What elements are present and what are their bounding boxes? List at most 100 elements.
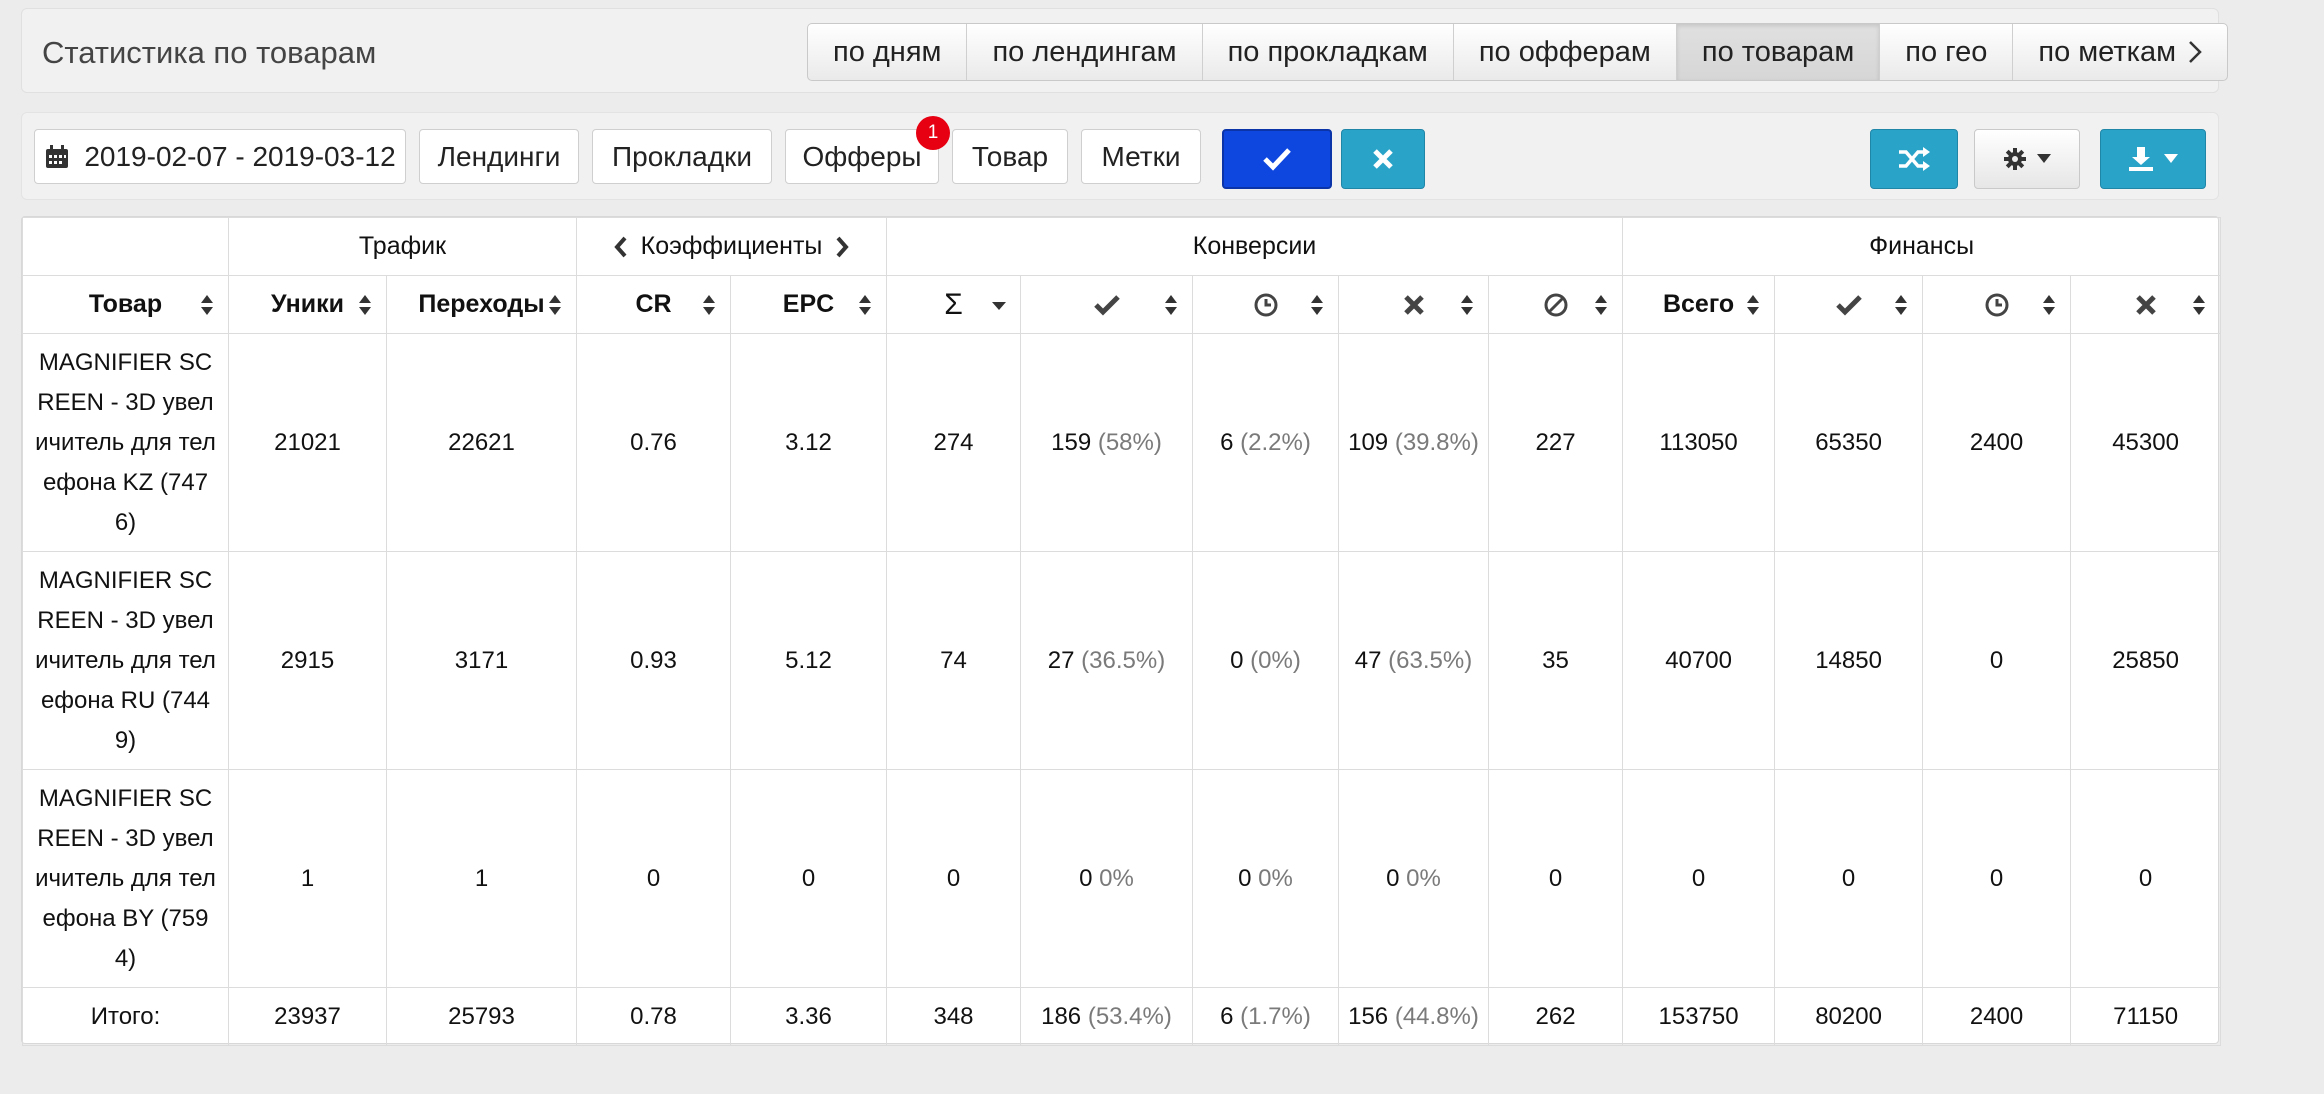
offers-count-badge: 1 [916, 116, 950, 150]
total-pending-percent: (1.7%) [1240, 1002, 1311, 1030]
pending-cell: 6 (2.2%) [1192, 333, 1339, 552]
group-finances: Финансы [1622, 217, 2222, 276]
col-uniques[interactable]: Уники [228, 275, 387, 334]
col-product-label: Товар [88, 290, 163, 318]
col-product[interactable]: Товар [22, 275, 229, 334]
col-finance-pending[interactable] [1922, 275, 2072, 334]
total-rejected-percent: (44.8%) [1394, 1002, 1479, 1030]
col-cr-label: CR [635, 290, 672, 318]
sort-icon [549, 294, 561, 315]
sort-icon [1895, 294, 1908, 315]
trash-cell: 227 [1487, 333, 1624, 552]
sort-icon [859, 294, 871, 315]
total-trash: 262 [1487, 987, 1624, 1046]
conversions-total-cell: 74 [886, 551, 1021, 770]
landings-filter-button[interactable]: Лендинги [419, 129, 579, 184]
product-name-cell: MAGNIFIER SCREEN - 3D увеличитель для те… [22, 333, 229, 552]
total-approved-count: 186 [1041, 1002, 1082, 1030]
total-approved: 186 (53.4%) [1020, 987, 1193, 1046]
date-range-picker[interactable]: 2019-02-07 - 2019-03-12 [34, 129, 406, 184]
tags-filter-button[interactable]: Метки [1081, 129, 1201, 184]
rejected-percent: (63.5%) [1388, 646, 1473, 674]
report-tabs: по дням по лендингам по прокладкам по оф… [807, 23, 2229, 81]
rejected-percent: (39.8%) [1394, 428, 1479, 456]
pending-cell: 0 (0%) [1192, 551, 1339, 770]
tab-by-landings[interactable]: по лендингам [967, 24, 1203, 80]
finance-rejected-cell: 25850 [2070, 551, 2222, 770]
uniques-cell: 21021 [228, 333, 387, 552]
group-coefficients: Коэффициенты [576, 217, 887, 276]
total-conversions: 348 [886, 987, 1021, 1046]
check-icon [1093, 295, 1120, 316]
tab-by-days[interactable]: по дням [808, 24, 968, 80]
col-approved[interactable] [1020, 275, 1193, 334]
tab-by-tags[interactable]: по меткам [2013, 24, 2227, 80]
caret-down-icon [2164, 154, 2178, 163]
chevron-right-icon[interactable] [835, 236, 850, 258]
download-dropdown-button[interactable] [2100, 129, 2206, 189]
offers-filter-button[interactable]: Офферы 1 [785, 116, 950, 184]
finance-pending-cell: 2400 [1922, 333, 2072, 552]
reset-button[interactable] [1341, 129, 1425, 189]
product-name-cell: MAGNIFIER SCREEN - 3D увеличитель для те… [22, 551, 229, 770]
pending-percent: (2.2%) [1240, 428, 1311, 456]
filter-bar: 2019-02-07 - 2019-03-12 Лендинги Проклад… [21, 112, 2219, 200]
check-icon [1835, 295, 1862, 316]
tab-by-geo[interactable]: по гео [1880, 24, 2014, 80]
tab-by-tags-label: по меткам [2038, 35, 2177, 68]
pending-percent: (0%) [1250, 646, 1301, 674]
tab-by-prelandings[interactable]: по прокладкам [1203, 24, 1454, 80]
group-traffic: Трафик [228, 217, 577, 276]
cr-cell: 0.76 [576, 333, 731, 552]
group-coefficients-label: Коэффициенты [640, 232, 823, 260]
col-epc[interactable]: EPC [730, 275, 887, 334]
finance-rejected-cell: 0 [2070, 769, 2222, 988]
finance-approved-cell: 0 [1774, 769, 1924, 988]
sort-icon [201, 294, 213, 315]
col-conversions-total[interactable]: Σ [886, 275, 1021, 334]
col-epc-label: EPC [782, 290, 835, 318]
rejected-count: 0 [1386, 864, 1400, 892]
approved-count: 159 [1051, 428, 1092, 456]
close-icon [1373, 149, 1393, 169]
shuffle-icon [1899, 147, 1930, 171]
total-finance-approved: 80200 [1774, 987, 1924, 1046]
approved-percent: (36.5%) [1081, 646, 1166, 674]
cr-cell: 0 [576, 769, 731, 988]
col-pending[interactable] [1192, 275, 1339, 334]
total-cr: 0.78 [576, 987, 731, 1046]
approved-count: 0 [1079, 864, 1093, 892]
approved-cell: 27 (36.5%) [1020, 551, 1193, 770]
tab-by-products[interactable]: по товарам [1676, 24, 1881, 80]
apply-button[interactable] [1222, 129, 1332, 189]
uniques-cell: 1 [228, 769, 387, 988]
sort-icon [1461, 294, 1473, 315]
col-rejected[interactable] [1338, 275, 1489, 334]
rejected-percent: 0% [1406, 864, 1441, 892]
product-filter-button[interactable]: Товар [952, 129, 1068, 184]
col-finance-approved[interactable] [1774, 275, 1924, 334]
epc-cell: 3.12 [730, 333, 887, 552]
sort-icon [1165, 294, 1177, 315]
sort-icon [1311, 294, 1323, 315]
total-finance-pending: 2400 [1922, 987, 2072, 1046]
prelandings-filter-button[interactable]: Прокладки [592, 129, 772, 184]
col-trash[interactable] [1487, 275, 1624, 334]
col-clicks[interactable]: Переходы [386, 275, 577, 334]
finance-approved-cell: 14850 [1774, 551, 1924, 770]
tab-by-offers[interactable]: по офферам [1454, 24, 1677, 80]
trash-cell: 35 [1487, 551, 1624, 770]
shuffle-button[interactable] [1870, 129, 1958, 189]
col-finance-total[interactable]: Всего [1622, 275, 1776, 334]
sort-icon [2043, 294, 2056, 315]
col-finance-rejected[interactable] [2070, 275, 2222, 334]
col-cr[interactable]: CR [576, 275, 731, 334]
total-clicks: 25793 [386, 987, 577, 1046]
offers-filter-label: Офферы [802, 140, 922, 172]
pending-percent: 0% [1258, 864, 1293, 892]
approved-cell: 0 0% [1020, 769, 1193, 988]
chevron-left-icon[interactable] [613, 236, 628, 258]
trash-cell: 0 [1487, 769, 1624, 988]
settings-dropdown-button[interactable] [1974, 129, 2080, 189]
product-name-cell: MAGNIFIER SCREEN - 3D увеличитель для те… [22, 769, 229, 988]
